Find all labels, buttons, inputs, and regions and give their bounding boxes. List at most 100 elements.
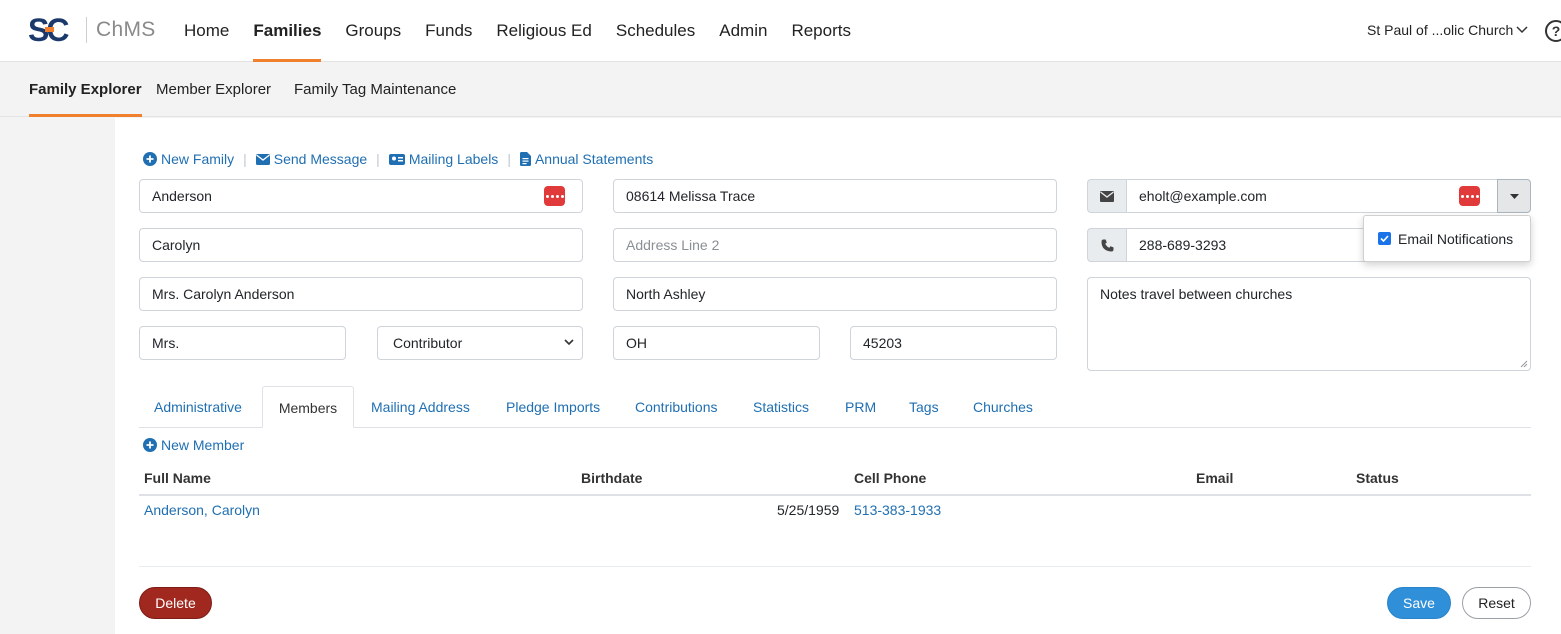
title-value: Mrs. (152, 335, 180, 351)
action-links: New Family | Send Message | Mailing Labe… (143, 151, 653, 167)
family-type-select[interactable]: Contributor (377, 326, 583, 360)
formal-name-field[interactable]: Mrs. Carolyn Anderson (139, 277, 583, 311)
email-value: eholt@example.com (1139, 188, 1267, 204)
family-tabs: Administrative Members Mailing Address P… (139, 386, 1531, 428)
table-header-divider (139, 494, 1531, 496)
envelope-icon (1100, 190, 1114, 202)
zip-field[interactable]: 45203 (850, 326, 1057, 360)
email-options-dropdown[interactable] (1497, 179, 1531, 213)
address-card-icon (388, 153, 405, 165)
city-field[interactable]: North Ashley (613, 277, 1057, 311)
new-family-label: New Family (161, 151, 235, 167)
annual-statements-link[interactable]: Annual Statements (519, 151, 653, 167)
chevron-down-icon (564, 339, 574, 346)
send-message-label: Send Message (273, 151, 368, 167)
main-nav: Home Families Groups Funds Religious Ed … (184, 0, 875, 62)
top-bar: SC ChMS Home Families Groups Funds Relig… (0, 0, 1561, 62)
plus-circle-icon (143, 438, 157, 452)
nav-religious-ed[interactable]: Religious Ed (496, 0, 591, 62)
church-name: St Paul of ...olic Church (1367, 22, 1514, 38)
logo-divider (86, 17, 87, 43)
tab-churches[interactable]: Churches (973, 386, 1033, 428)
address-line2-field[interactable]: Address Line 2 (613, 228, 1057, 262)
resize-handle-icon[interactable] (1520, 360, 1528, 368)
tab-prm[interactable]: PRM (845, 386, 876, 428)
email-notifications-menu: Email Notifications (1363, 215, 1531, 262)
nav-families[interactable]: Families (253, 0, 322, 62)
member-cell-phone-link[interactable]: 513-383-1933 (854, 502, 941, 518)
address-line1-value: 08614 Melissa Trace (626, 188, 756, 204)
app-logo[interactable]: SC ChMS (28, 14, 156, 46)
nav-funds[interactable]: Funds (425, 0, 472, 62)
footer-divider (139, 566, 1531, 567)
family-type-value: Contributor (393, 335, 463, 351)
reset-button[interactable]: Reset (1462, 587, 1531, 619)
nav-reports[interactable]: Reports (791, 0, 851, 62)
sub-nav: Family Explorer Member Explorer Family T… (0, 62, 1561, 117)
state-value: OH (626, 335, 647, 351)
nav-schedules[interactable]: Schedules (616, 0, 695, 62)
action-separator: | (243, 151, 247, 167)
delete-button[interactable]: Delete (139, 587, 212, 619)
tab-administrative[interactable]: Administrative (154, 386, 242, 428)
app-name: ChMS (96, 18, 156, 41)
tab-mailing-address[interactable]: Mailing Address (371, 386, 470, 428)
nav-home[interactable]: Home (184, 0, 229, 62)
caret-down-icon (1509, 193, 1519, 199)
church-selector[interactable]: St Paul of ...olic Church (1367, 22, 1528, 38)
column-header-cell-phone[interactable]: Cell Phone (854, 470, 926, 486)
email-addon (1087, 179, 1127, 213)
state-field[interactable]: OH (613, 326, 820, 360)
email-notifications-label: Email Notifications (1398, 230, 1514, 247)
column-header-email[interactable]: Email (1196, 470, 1233, 486)
new-member-link[interactable]: New Member (143, 437, 244, 453)
subnav-member-explorer[interactable]: Member Explorer (156, 62, 271, 117)
mailing-labels-link[interactable]: Mailing Labels (388, 151, 499, 167)
tab-statistics[interactable]: Statistics (753, 386, 809, 428)
first-name-value: Carolyn (152, 237, 201, 253)
mailing-labels-label: Mailing Labels (408, 151, 499, 167)
tab-pledge-imports[interactable]: Pledge Imports (506, 386, 600, 428)
subnav-family-explorer[interactable]: Family Explorer (29, 62, 142, 117)
nav-groups[interactable]: Groups (345, 0, 401, 62)
chevron-down-icon (1516, 26, 1528, 34)
address-line1-field[interactable]: 08614 Melissa Trace (613, 179, 1057, 213)
column-header-full-name[interactable]: Full Name (144, 470, 211, 486)
nav-admin[interactable]: Admin (719, 0, 767, 62)
tab-contributions[interactable]: Contributions (635, 386, 718, 428)
formal-name-value: Mrs. Carolyn Anderson (152, 286, 295, 302)
email-field[interactable]: eholt@example.com (1126, 179, 1498, 213)
help-icon[interactable]: ? (1545, 20, 1561, 42)
first-name-field[interactable]: Carolyn (139, 228, 583, 262)
sc-logo-icon: SC (28, 14, 72, 46)
envelope-icon (255, 153, 270, 165)
check-icon (1380, 235, 1389, 242)
subnav-family-tag-maintenance[interactable]: Family Tag Maintenance (294, 62, 456, 117)
phone-value: 288-689-3293 (1139, 237, 1227, 253)
new-family-link[interactable]: New Family (143, 151, 234, 167)
last-name-field[interactable]: Anderson (139, 179, 583, 213)
save-button[interactable]: Save (1387, 587, 1451, 619)
password-manager-icon[interactable] (1459, 186, 1480, 206)
member-full-name-link[interactable]: Anderson, Carolyn (144, 502, 260, 518)
title-field[interactable]: Mrs. (139, 326, 346, 360)
phone-icon (1101, 239, 1113, 251)
column-header-status[interactable]: Status (1356, 470, 1399, 486)
notes-value: Notes travel between churches (1100, 286, 1293, 302)
city-value: North Ashley (626, 286, 706, 302)
password-manager-icon[interactable] (544, 186, 565, 206)
new-member-label: New Member (161, 437, 245, 453)
plus-circle-icon (143, 152, 157, 166)
address-line2-placeholder: Address Line 2 (626, 237, 720, 253)
action-separator: | (507, 151, 511, 167)
email-notifications-checkbox[interactable] (1378, 232, 1391, 245)
tab-tags[interactable]: Tags (909, 386, 939, 428)
action-separator: | (376, 151, 380, 167)
notes-textarea[interactable]: Notes travel between churches (1087, 277, 1531, 371)
column-header-birthdate[interactable]: Birthdate (581, 470, 642, 486)
send-message-link[interactable]: Send Message (255, 151, 368, 167)
zip-value: 45203 (863, 335, 902, 351)
last-name-value: Anderson (152, 188, 212, 204)
file-text-icon (519, 152, 531, 166)
tab-members[interactable]: Members (262, 386, 354, 428)
